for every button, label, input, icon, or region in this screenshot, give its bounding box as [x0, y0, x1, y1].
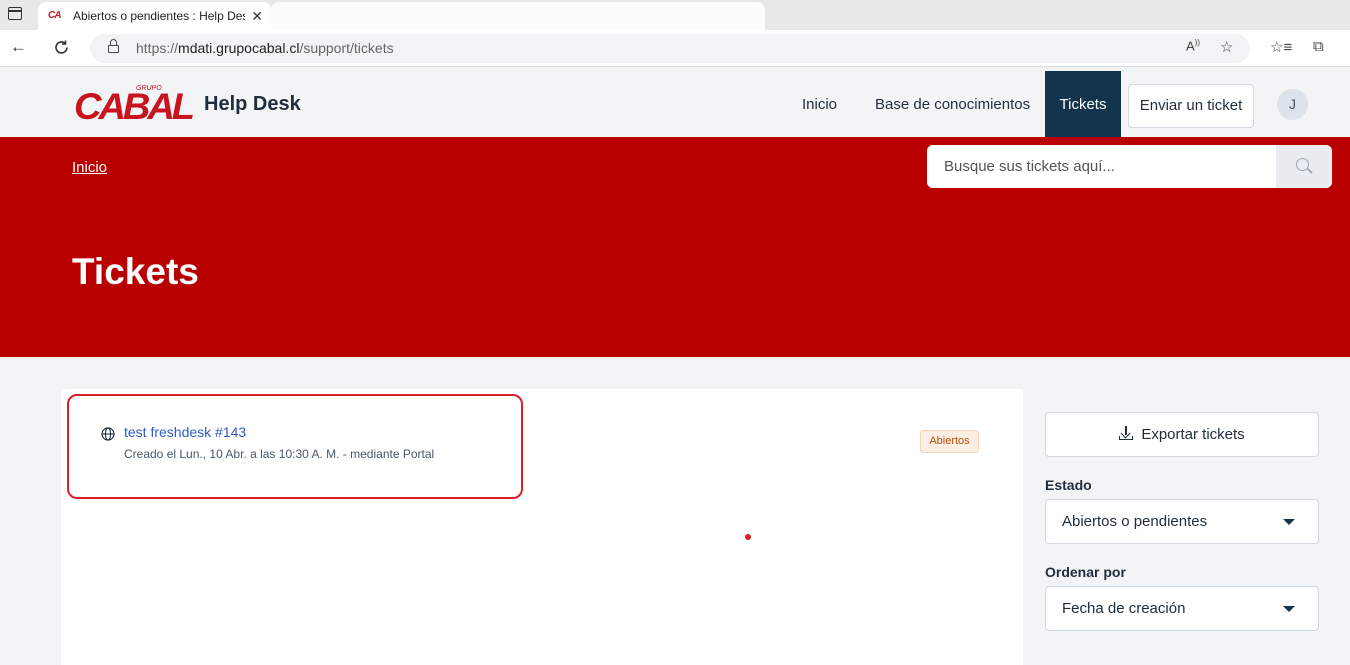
favorite-star-icon[interactable]: ☆: [1220, 38, 1233, 56]
globe-icon: [101, 427, 115, 441]
search-button[interactable]: [1276, 145, 1332, 188]
ticket-search: [927, 145, 1332, 188]
collections-icon[interactable]: ⧉: [1313, 38, 1324, 55]
back-arrow-icon[interactable]: ←: [10, 37, 27, 57]
export-tickets-button[interactable]: Exportar tickets: [1045, 412, 1319, 457]
browser-tab-bar: CA Abiertos o pendientes : Help Desk ✕: [0, 0, 1350, 30]
tab-close-icon[interactable]: ✕: [251, 8, 263, 25]
window-menu-icon[interactable]: [8, 7, 22, 20]
status-filter-label: Estado: [1045, 477, 1092, 493]
browser-tab[interactable]: CA Abiertos o pendientes : Help Desk ✕: [38, 2, 271, 30]
user-avatar[interactable]: J: [1277, 89, 1308, 120]
search-icon: [1296, 158, 1309, 171]
browser-toolbar: ← https://mdati.grupocabal.cl/support/ti…: [0, 30, 1350, 67]
status-select-value: Abiertos o pendientes: [1062, 513, 1208, 530]
site-header: GRUPO CABAL Help Desk Inicio Base de con…: [0, 67, 1350, 137]
status-badge: Abiertos: [920, 430, 979, 453]
sort-label: Ordenar por: [1045, 564, 1126, 580]
submit-ticket-button[interactable]: Enviar un ticket: [1128, 84, 1254, 128]
page-title: Tickets: [72, 251, 199, 292]
sort-select[interactable]: Fecha de creación: [1045, 586, 1319, 631]
favorites-list-icon[interactable]: ☆≡: [1270, 38, 1292, 56]
export-label: Exportar tickets: [1141, 426, 1245, 443]
brand-name[interactable]: Help Desk: [204, 92, 301, 116]
status-select[interactable]: Abiertos o pendientes: [1045, 499, 1319, 544]
logo-text: CABAL: [74, 86, 193, 123]
sort-select-value: Fecha de creación: [1062, 600, 1186, 617]
chevron-down-icon: [1283, 519, 1295, 525]
search-input[interactable]: [927, 145, 1277, 188]
chevron-down-icon: [1283, 606, 1295, 612]
breadcrumb-inicio[interactable]: Inicio: [72, 159, 107, 176]
nav-inicio[interactable]: Inicio: [802, 96, 837, 113]
ticket-subject-link[interactable]: test freshdesk #143: [124, 424, 246, 440]
lock-icon: [108, 39, 119, 53]
hero-banner: Inicio Tickets: [0, 137, 1350, 357]
nav-tickets[interactable]: Tickets: [1045, 71, 1121, 137]
refresh-icon[interactable]: [53, 39, 70, 56]
url-path: /support/tickets: [299, 40, 394, 56]
ticket-meta: Creado el Lun., 10 Abr. a las 10:30 A. M…: [124, 447, 435, 461]
grupo-cabal-logo[interactable]: GRUPO CABAL: [74, 81, 194, 123]
read-aloud-icon[interactable]: A)): [1186, 38, 1200, 53]
cursor-marker: [745, 534, 751, 540]
download-icon: [1119, 426, 1134, 440]
cabal-favicon-icon: CA: [48, 10, 61, 21]
url-text[interactable]: https://mdati.grupocabal.cl/support/tick…: [136, 40, 394, 56]
tab-title: Abiertos o pendientes : Help Desk: [73, 9, 245, 23]
url-host: mdati.grupocabal.cl: [178, 40, 300, 56]
nav-base-conocimientos[interactable]: Base de conocimientos: [875, 96, 1030, 113]
tab-strip-empty: [271, 2, 765, 30]
url-prefix: https://: [136, 40, 179, 56]
